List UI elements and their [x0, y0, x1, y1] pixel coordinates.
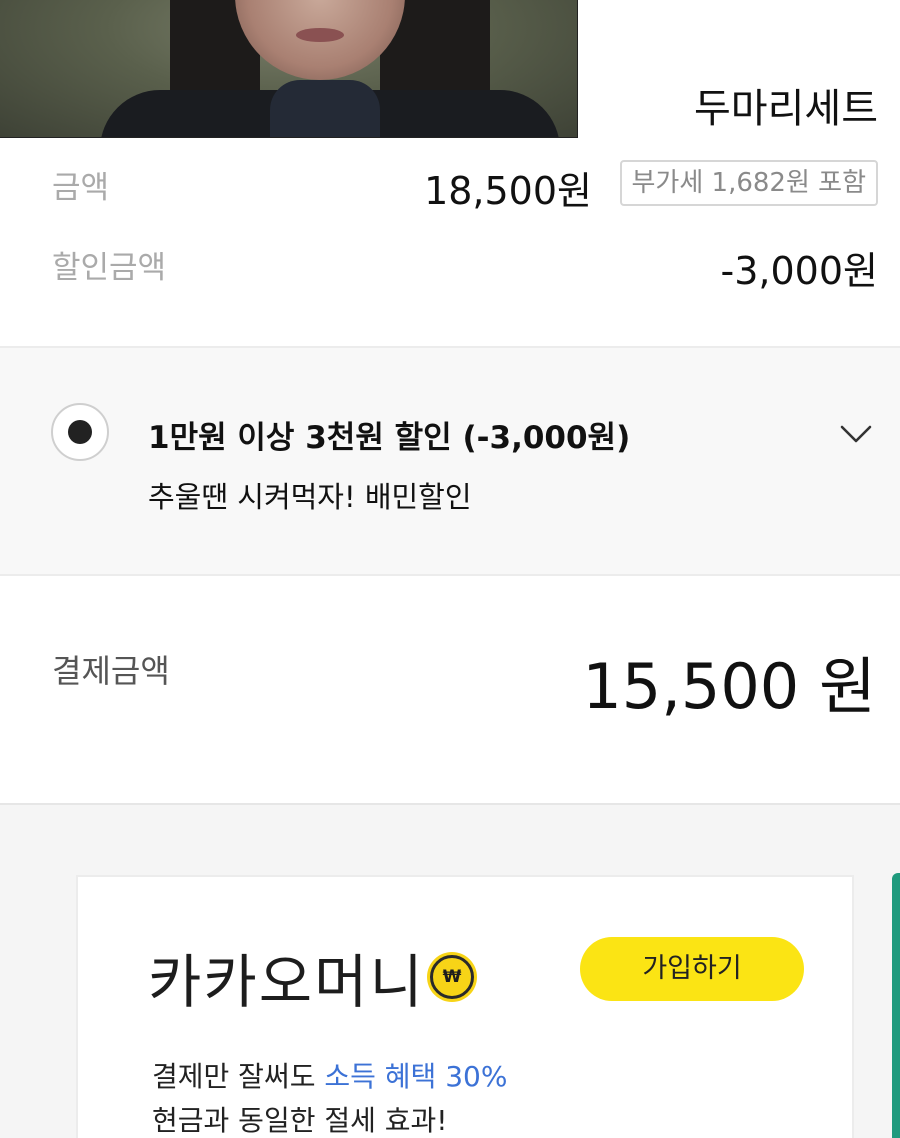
total-amount: 15,500 원 [582, 650, 876, 723]
discount-value: -3,000원 [720, 249, 878, 293]
amount-value: 18,500원 [424, 169, 592, 213]
promo-line2: 현금과 동일한 절세 효과! [152, 1104, 448, 1137]
vat-badge: 부가세 1,682원 포함 [619, 160, 878, 206]
product-header: 두마리세트 [0, 0, 900, 140]
won-coin-icon: ₩ [430, 955, 474, 999]
kakao-money-card[interactable]: 카카오머니 ₩ 가입하기 결제만 잘써도 소득 혜택 30% 현금과 동일한 절… [76, 875, 854, 1138]
kakao-money-logo: 카카오머니 [148, 948, 425, 1016]
promo-prefix: 결제만 잘써도 [152, 1060, 325, 1093]
promo-highlight: 소득 혜택 30% [324, 1060, 508, 1093]
product-name: 두마리세트 [694, 86, 878, 132]
discount-label: 할인금액 [52, 250, 167, 286]
join-button[interactable]: 가입하기 [580, 937, 804, 1001]
total-label: 결제금액 [52, 652, 170, 690]
discount-row: 할인금액 -3,000원 [0, 232, 900, 293]
kakao-promo-text: 결제만 잘써도 소득 혜택 30% 현금과 동일한 절세 효과! [152, 1055, 507, 1138]
total-section: 결제금액 15,500 원 [0, 576, 900, 804]
payment-methods-area: 카카오머니 ₩ 가입하기 결제만 잘써도 소득 혜택 30% 현금과 동일한 절… [0, 805, 900, 1138]
coupon-option[interactable]: 1만원 이상 3천원 할인 (-3,000원) 추울땐 시켜먹자! 배민할인 [0, 346, 900, 576]
side-panel-edge [892, 873, 900, 1138]
checkout-page: 두마리세트 금액 18,500원 부가세 1,682원 포함 할인금액 -3,0… [0, 0, 900, 1138]
radio-selected-icon[interactable] [51, 403, 109, 461]
coupon-description: 추울땐 시켜먹자! 배민할인 [148, 480, 472, 514]
coupon-title: 1만원 이상 3천원 할인 (-3,000원) [148, 420, 631, 456]
amount-label: 금액 [52, 170, 110, 206]
chevron-down-icon[interactable] [840, 418, 872, 450]
product-photo [0, 0, 578, 138]
